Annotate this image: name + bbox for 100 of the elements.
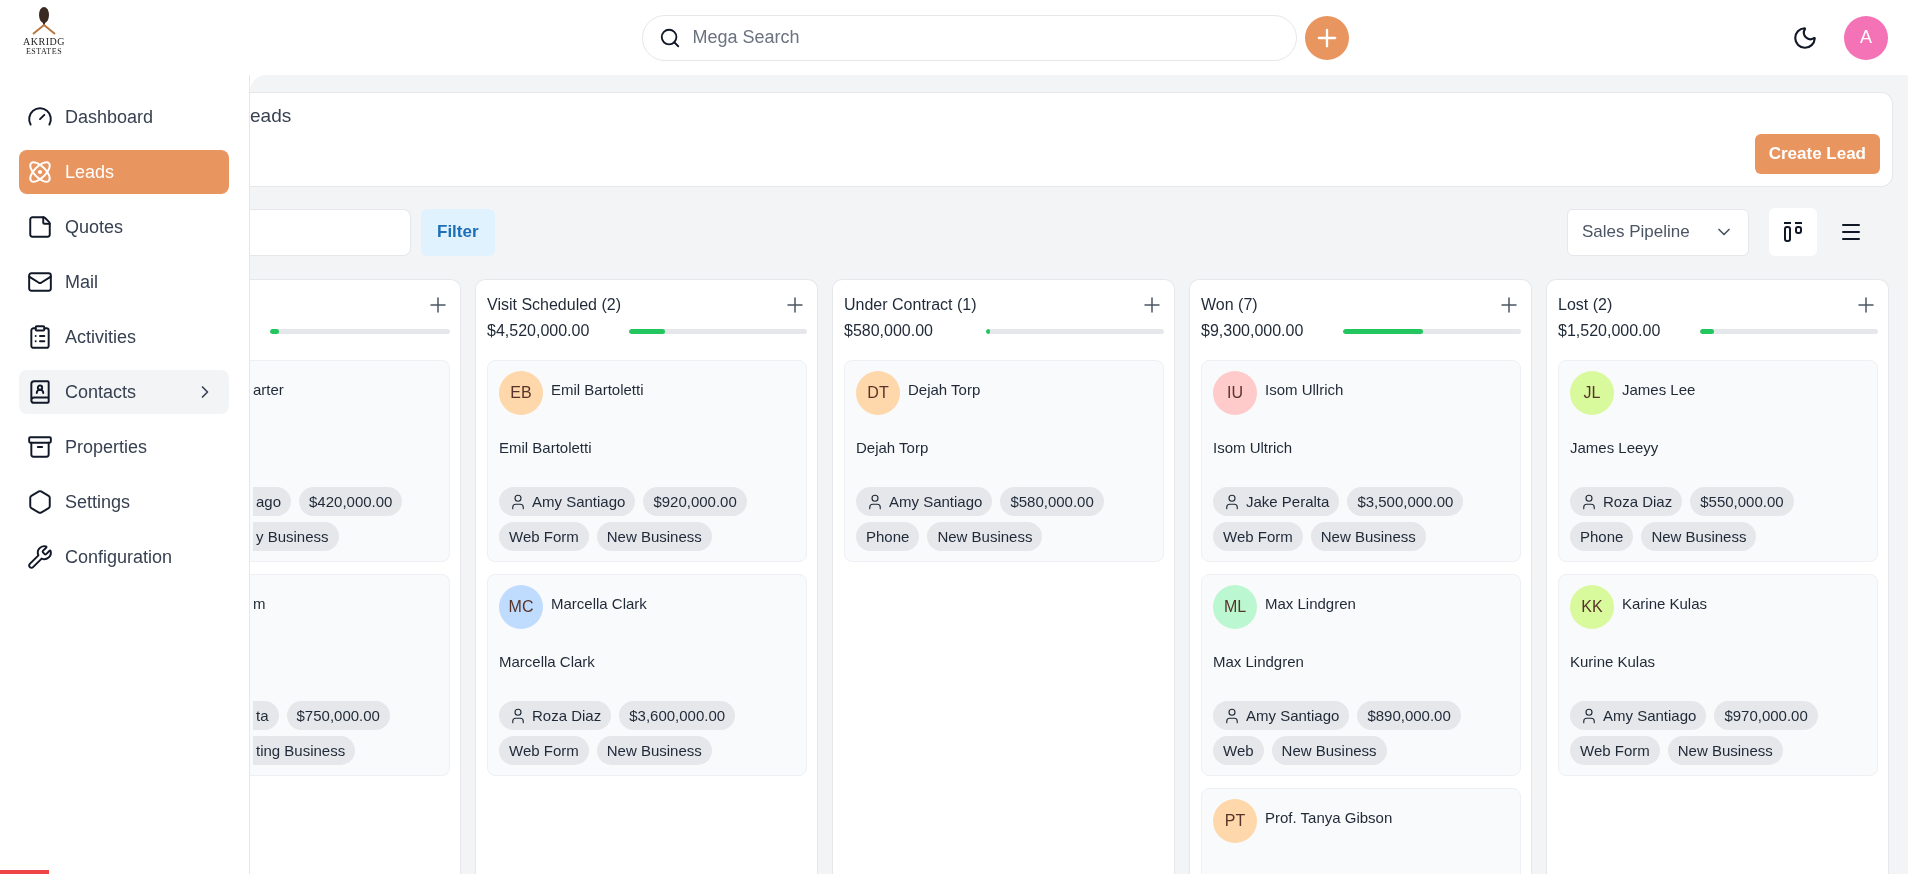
lead-name: Prof. Tanya Gibson	[1265, 809, 1393, 826]
agent-chip: Amy Santiago	[1213, 701, 1350, 730]
lead-card[interactable]: JL James Lee James Leeyy Roza Diaz $550,000.00 Phone New Business	[1558, 360, 1878, 562]
search-field[interactable]	[250, 208, 411, 256]
tag-chip: New Business	[596, 522, 712, 551]
board-view-icon	[1782, 221, 1804, 243]
info-chip: ta	[253, 701, 279, 730]
lead-card[interactable]: ML Max Lindgren Max Lindgren Amy Santiago $890,000.00 Web New Business	[1201, 574, 1521, 776]
lead-title: Emil Bartoletti	[499, 439, 593, 458]
clipboard-icon	[27, 324, 53, 350]
lead-card[interactable]: m ta $750,000.00 ting Business	[250, 574, 450, 776]
tag-chip: Web Form	[499, 736, 589, 765]
sidebar-item[interactable]: Dashboard	[19, 95, 229, 139]
agent-chip: Jake Peralta	[1213, 487, 1340, 516]
lead-title: Marcella Clark	[499, 653, 596, 672]
initials-avatar: DT	[856, 371, 900, 415]
tag-chip: Web Form	[1570, 736, 1660, 765]
tag-chip: Phone	[1570, 522, 1634, 551]
initials-avatar: KK	[1570, 585, 1614, 629]
tree-house-icon	[31, 5, 57, 36]
column-amount: $9,300,000.00	[1201, 322, 1305, 340]
info-chip: $750,000.00	[286, 701, 390, 730]
info-chip: $3,500,000.00	[1347, 487, 1464, 516]
lead-card[interactable]: EB Emil Bartoletti Emil Bartoletti Amy Santiago $920,000.00 Web Form New Business	[487, 360, 807, 562]
initials-avatar: PT	[1213, 799, 1257, 843]
info-chip: $420,000.00	[299, 487, 403, 516]
info-chip: $580,000.00	[1000, 487, 1104, 516]
tag-chip: New Business	[927, 522, 1043, 551]
page-title: eads	[250, 105, 292, 127]
column-title: Under Contract (1)	[844, 296, 977, 314]
lead-title: Max Lindgren	[1213, 653, 1305, 672]
lead-card[interactable]: arter ago $420,000.00 y Business	[250, 360, 450, 562]
view-toggle[interactable]	[1769, 208, 1817, 256]
sidebar-item[interactable]: Contacts	[19, 370, 229, 414]
lead-name: James Lee	[1622, 381, 1696, 398]
logo-name: AKRIDG	[23, 35, 65, 47]
info-chip: $890,000.00	[1357, 701, 1461, 730]
tag-chip: New Business	[1310, 522, 1426, 551]
initials-avatar: IU	[1213, 371, 1257, 415]
lead-title: James Leeyy	[1570, 439, 1660, 458]
tag-chip: y Business	[253, 522, 339, 551]
tag-chip: New Business	[1667, 736, 1783, 765]
sidebar-item[interactable]: Properties	[19, 425, 229, 469]
agent-chip: Roza Diaz	[499, 701, 612, 730]
atom-icon	[27, 159, 53, 185]
lead-name: Isom Ullrich	[1265, 381, 1344, 398]
column-title: Visit Scheduled (2)	[487, 296, 621, 314]
info-chip: $550,000.00	[1690, 487, 1794, 516]
tag-chip: Web	[1213, 736, 1264, 765]
lead-name: Karine Kulas	[1622, 595, 1708, 612]
agent-chip: Amy Santiago	[499, 487, 636, 516]
agent-chip: Amy Santiago	[1570, 701, 1707, 730]
info-chip: $920,000.00	[643, 487, 747, 516]
contact-book-icon	[27, 379, 53, 405]
info-chip: ago	[253, 487, 292, 516]
lead-name: m	[253, 595, 266, 612]
column-title: Lost (2)	[1558, 296, 1613, 314]
column-amount: $1,520,000.00	[1558, 322, 1662, 340]
agent-chip: Roza Diaz	[1570, 487, 1683, 516]
column-amount: $4,520,000.00	[487, 322, 591, 340]
lead-title: Isom Ultrich	[1213, 439, 1294, 458]
lead-name: arter	[253, 381, 284, 398]
lead-card[interactable]: IU Isom Ullrich Isom Ultrich Jake Peralta $3,500,000.00 Web Form New Business	[1201, 360, 1521, 562]
tag-chip: ting Business	[253, 736, 356, 765]
tag-chip: New Business	[1641, 522, 1757, 551]
lead-name: Max Lindgren	[1265, 595, 1356, 612]
filter-button[interactable]: Filter	[421, 208, 495, 256]
column-title: Won (7)	[1201, 296, 1258, 314]
info-chip: $3,600,000.00	[619, 701, 736, 730]
column-amount: $580,000.00	[844, 322, 934, 340]
user-icon	[1580, 492, 1598, 511]
initials-avatar: MC	[499, 585, 543, 629]
sidebar-item[interactable]: Configuration	[19, 535, 229, 579]
lead-card[interactable]: DT Dejah Torp Dejah Torp Amy Santiago $580,000.00 Phone New Business	[844, 360, 1164, 562]
initials-avatar: JL	[1570, 371, 1614, 415]
lead-title: Dejah Torp	[856, 439, 930, 458]
sidebar-item[interactable]: Settings	[19, 480, 229, 524]
lead-name: Marcella Clark	[551, 595, 647, 612]
initials-avatar: EB	[499, 371, 543, 415]
tag-chip: New Business	[596, 736, 712, 765]
lead-name: Dejah Torp	[908, 381, 981, 398]
wrench-icon	[27, 544, 53, 570]
moon-icon[interactable]	[1792, 24, 1818, 51]
search-icon	[658, 26, 681, 49]
user-icon	[509, 706, 527, 725]
tag-chip: Web Form	[499, 522, 589, 551]
pipeline-dropdown[interactable]: Sales Pipeline	[1567, 208, 1749, 256]
sidebar-item[interactable]: Quotes	[19, 205, 229, 249]
lead-card[interactable]: PT Prof. Tanya Gibson	[1201, 788, 1521, 874]
info-chip: $970,000.00	[1714, 701, 1818, 730]
tag-chip: Web Form	[1213, 522, 1303, 551]
lead-card[interactable]: KK Karine Kulas Kurine Kulas Amy Santiago $970,000.00 Web Form New Business	[1558, 574, 1878, 776]
mail-icon	[27, 269, 53, 295]
lead-card[interactable]: MC Marcella Clark Marcella Clark Roza Diaz $3,600,000.00 Web Form New Business	[487, 574, 807, 776]
sidebar-item[interactable]: Mail	[19, 260, 229, 304]
agent-chip: Amy Santiago	[856, 487, 993, 516]
tag-chip: New Business	[1271, 736, 1387, 765]
sidebar-item[interactable]: Activities	[19, 315, 229, 359]
status-strip	[0, 870, 49, 874]
user-icon	[1580, 706, 1598, 725]
